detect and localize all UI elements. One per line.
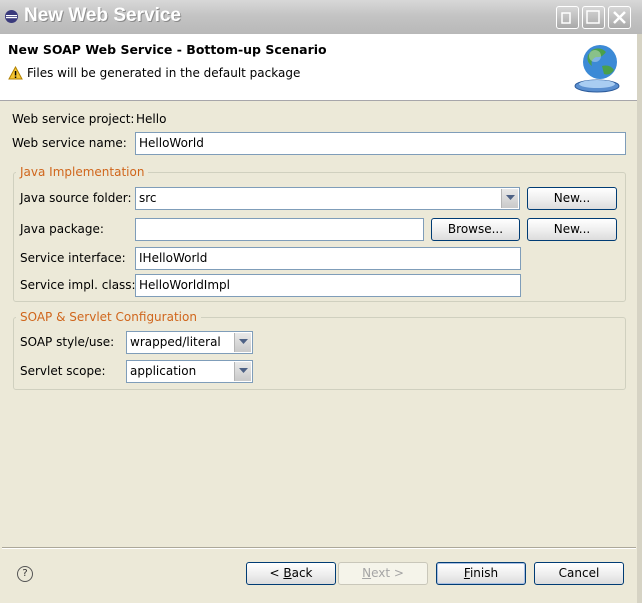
servlet-scope-value: application	[130, 364, 197, 378]
footer-separator	[2, 547, 636, 549]
wizard-page-title: New SOAP Web Service - Bottom-up Scenari…	[8, 42, 327, 57]
wizard-banner: New SOAP Web Service - Bottom-up Scenari…	[0, 34, 637, 101]
title-bar[interactable]: New Web Service	[0, 0, 642, 34]
servlet-scope-label: Servlet scope:	[20, 364, 106, 378]
service-interface-label: Service interface:	[20, 251, 126, 265]
impl-class-label: Service impl. class:	[20, 278, 136, 292]
eclipse-icon	[5, 10, 18, 23]
soap-style-value: wrapped/literal	[130, 335, 221, 349]
minimize-icon[interactable]	[556, 6, 579, 29]
source-folder-value: src	[139, 191, 157, 205]
service-name-label: Web service name:	[12, 136, 127, 150]
project-value: Hello	[136, 112, 167, 126]
close-icon[interactable]	[608, 6, 631, 29]
chevron-down-icon[interactable]	[234, 333, 251, 352]
next-mnemonic: N	[362, 566, 372, 580]
finish-rest: inish	[469, 566, 499, 580]
next-rest: ext >	[371, 566, 404, 580]
source-folder-label: Java source folder:	[20, 191, 132, 205]
service-name-input[interactable]: HelloWorld	[135, 132, 626, 155]
back-button[interactable]: < Back	[246, 562, 336, 585]
soap-servlet-title: SOAP & Servlet Configuration	[16, 310, 201, 324]
chevron-down-icon[interactable]	[501, 189, 518, 208]
soap-servlet-group	[13, 317, 626, 390]
wizard-message: Files will be generated in the default p…	[27, 66, 301, 80]
soap-style-combo[interactable]: wrapped/literal	[126, 331, 253, 354]
help-icon[interactable]: ?	[17, 566, 33, 582]
impl-class-input[interactable]: HelloWorldImpl	[135, 274, 521, 297]
window-title: New Web Service	[24, 5, 182, 26]
project-label: Web service project:	[12, 112, 135, 126]
java-package-input[interactable]	[135, 218, 424, 241]
package-new-button[interactable]: New...	[527, 218, 617, 241]
source-folder-new-button[interactable]: New...	[527, 187, 617, 210]
window-right-edge	[637, 34, 642, 603]
back-mnemonic: B	[283, 566, 292, 580]
java-package-label: Java package:	[20, 222, 104, 236]
service-interface-input[interactable]: IHelloWorld	[135, 247, 521, 270]
back-rest: ack	[291, 566, 313, 580]
browse-button[interactable]: Browse...	[431, 218, 520, 241]
warning-icon	[8, 66, 23, 80]
cancel-button[interactable]: Cancel	[534, 562, 624, 585]
maximize-icon[interactable]	[582, 6, 605, 29]
chevron-down-icon[interactable]	[234, 362, 251, 381]
next-button[interactable]: Next >	[338, 562, 428, 585]
soap-style-label: SOAP style/use:	[20, 335, 115, 349]
back-prefix: <	[269, 566, 284, 580]
servlet-scope-combo[interactable]: application	[126, 360, 253, 383]
java-implementation-title: Java Implementation	[16, 165, 149, 179]
finish-button[interactable]: Finish	[436, 562, 526, 585]
source-folder-combo[interactable]: src	[135, 187, 520, 210]
globe-web-service-icon	[574, 45, 620, 93]
